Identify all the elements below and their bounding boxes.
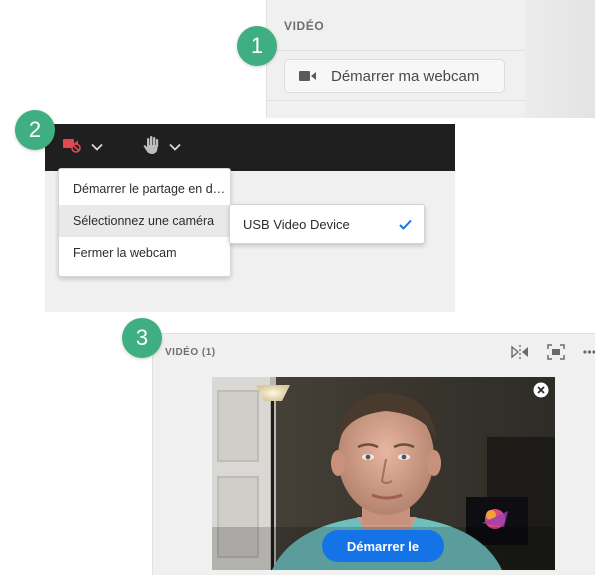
video-panel-active: VIDÉO (1) Démarrer le <box>152 333 595 575</box>
step-badge-3: 3 <box>122 318 162 358</box>
checkmark-icon <box>399 217 412 235</box>
toolbar <box>45 124 455 171</box>
camera-icon <box>299 70 317 82</box>
divider <box>267 50 525 51</box>
webcam-video-feed: Démarrer le <box>212 377 555 570</box>
webcam-dropdown-menu: Démarrer le partage en d… Sélectionnez u… <box>58 168 231 277</box>
menu-item-select-camera[interactable]: Sélectionnez une caméra <box>59 205 230 237</box>
video-panel-inactive: VIDÉO Démarrer ma webcam <box>266 0 595 118</box>
step-badge-2: 2 <box>15 110 55 150</box>
camera-off-icon <box>63 137 83 158</box>
start-sharing-button[interactable]: Démarrer le <box>322 530 444 562</box>
webcam-menu-panel: Démarrer le partage en d… Sélectionnez u… <box>45 124 455 312</box>
mirror-icon[interactable] <box>511 344 529 360</box>
raise-hand-icon <box>143 135 161 160</box>
section-title: VIDÉO <box>284 19 325 33</box>
menu-item-close-webcam[interactable]: Fermer la webcam <box>59 237 230 269</box>
fit-icon[interactable] <box>547 344 565 360</box>
divider <box>267 100 525 101</box>
camera-dropdown-button[interactable] <box>63 134 103 160</box>
chevron-down-icon <box>91 138 103 156</box>
panel-edge <box>525 0 595 118</box>
more-icon[interactable] <box>583 349 595 355</box>
menu-item-start-sharing[interactable]: Démarrer le partage en d… <box>59 173 230 205</box>
start-webcam-button[interactable]: Démarrer ma webcam <box>284 59 505 93</box>
camera-device-label: USB Video Device <box>243 216 350 232</box>
camera-submenu-item[interactable]: USB Video Device <box>229 204 425 244</box>
section-title: VIDÉO (1) <box>165 347 216 358</box>
start-webcam-label: Démarrer ma webcam <box>331 67 480 85</box>
step-badge-1: 1 <box>237 26 277 66</box>
video-toolbar <box>511 344 595 360</box>
raise-hand-dropdown-button[interactable] <box>143 134 181 160</box>
chevron-down-icon <box>169 138 181 156</box>
